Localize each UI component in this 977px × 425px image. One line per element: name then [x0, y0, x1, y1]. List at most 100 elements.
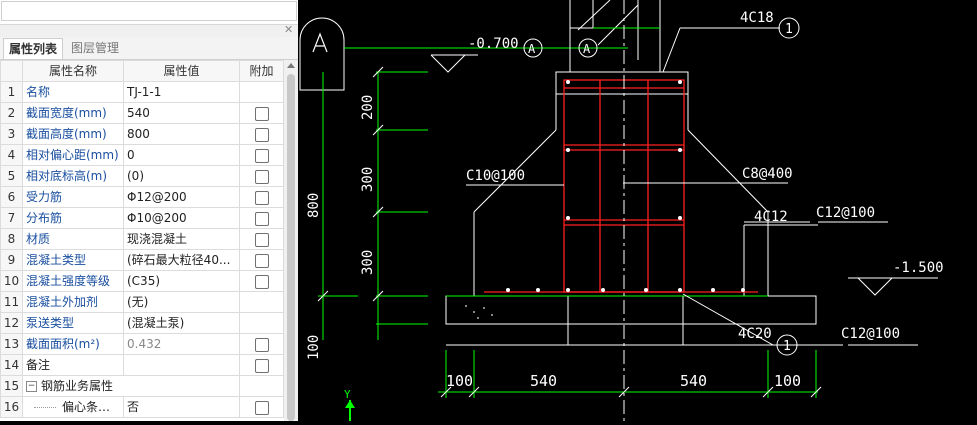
property-name: 泵送类型: [22, 312, 124, 334]
extra-cell: [239, 102, 284, 124]
vertical-scrollbar[interactable]: [284, 60, 298, 421]
row-number: 11: [0, 291, 23, 313]
table-row[interactable]: 6 受力筋 Φ12@200: [0, 186, 284, 208]
table-row[interactable]: 3 截面高度(mm) 800: [0, 123, 284, 145]
tab-property-list[interactable]: 属性列表: [3, 38, 64, 59]
property-value[interactable]: 0.432: [123, 333, 240, 355]
property-name: 受力筋: [22, 186, 124, 208]
extra-checkbox[interactable]: [254, 190, 269, 205]
extra-cell: [239, 228, 284, 250]
table-row[interactable]: 8 材质 现浇混凝土: [0, 228, 284, 250]
row-number: 13: [0, 333, 23, 355]
cad-canvas[interactable]: A -0.700 A A 200 300 300 100 800 100 540…: [298, 0, 977, 421]
extra-checkbox[interactable]: [254, 211, 269, 226]
property-value[interactable]: Φ12@200: [123, 186, 240, 208]
property-name: 混凝土类型: [22, 249, 124, 271]
property-name: 混凝土强度等级: [22, 270, 124, 292]
table-row[interactable]: 10 混凝土强度等级 (C35): [0, 270, 284, 292]
property-value[interactable]: Φ10@200: [123, 207, 240, 229]
property-name-text: 偏心条形...: [62, 400, 122, 414]
level-bottom-label: -1.500: [893, 260, 944, 276]
row-number: 4: [0, 144, 23, 166]
property-value[interactable]: 540: [123, 102, 240, 124]
tab-layer-management[interactable]: 图层管理: [66, 38, 124, 58]
property-name: 分布筋: [22, 207, 124, 229]
column-upper: [569, 0, 661, 72]
dim-v-total: 800: [306, 193, 322, 218]
table-row[interactable]: 5 相对底标高(m) (0): [0, 165, 284, 187]
property-name: 备注: [22, 354, 124, 376]
row-number: 1: [0, 81, 23, 103]
property-name-text: 备注: [26, 358, 51, 372]
dim-h-540-right: 540: [680, 372, 707, 390]
extra-checkbox[interactable]: [254, 337, 269, 352]
extra-checkbox[interactable]: [254, 358, 269, 373]
rebar-top-label: 4C18: [740, 10, 774, 26]
table-row[interactable]: 1 名称 TJ-1-1: [0, 81, 284, 103]
extra-checkbox[interactable]: [254, 106, 269, 121]
table-row[interactable]: 11 混凝土外加剂 (无): [0, 291, 284, 313]
property-value[interactable]: (碎石最大粒径40...: [123, 249, 240, 271]
property-name-text: 材质: [26, 232, 51, 246]
extra-checkbox[interactable]: [254, 127, 269, 142]
row-number: 7: [0, 207, 23, 229]
property-value[interactable]: [123, 354, 240, 376]
extra-checkbox[interactable]: [254, 274, 269, 289]
property-value[interactable]: TJ-1-1: [123, 81, 240, 103]
table-row[interactable]: 9 混凝土类型 (碎石最大粒径40...: [0, 249, 284, 271]
property-value[interactable]: (混凝土泵): [123, 312, 240, 334]
property-value[interactable]: 否: [123, 396, 240, 418]
table-row[interactable]: 4 相对偏心距(mm) 0: [0, 144, 284, 166]
property-name: 名称: [22, 81, 124, 103]
extra-checkbox[interactable]: [254, 400, 269, 415]
row-number: 10: [0, 270, 23, 292]
extra-checkbox[interactable]: [254, 148, 269, 163]
rebar-bottom-dist-label: C12@100: [841, 326, 900, 342]
property-name: 偏心条形...: [22, 396, 124, 418]
extra-cell: [239, 123, 284, 145]
scrollbar-thumb[interactable]: [287, 74, 295, 421]
property-name-text: 名称: [26, 85, 51, 99]
table-header: 属性名称 属性值 附加: [0, 60, 284, 82]
level-mark-bottom: -1.500: [848, 260, 944, 296]
table-row[interactable]: 16 偏心条形... 否: [0, 396, 284, 418]
close-icon[interactable]: ✕: [284, 24, 293, 36]
table-row[interactable]: 12 泵送类型 (混凝土泵): [0, 312, 284, 334]
property-value[interactable]: (C35): [123, 270, 240, 292]
collapse-icon[interactable]: −: [26, 381, 37, 392]
property-name-text: 钢筋业务属性: [41, 379, 114, 393]
property-value[interactable]: (无): [123, 291, 240, 313]
property-name-text: 相对底标高(m): [26, 169, 108, 183]
table-row[interactable]: 7 分布筋 Φ10@200: [0, 207, 284, 229]
level-mark-top: -0.700: [430, 36, 519, 73]
property-name-text: 截面宽度(mm): [26, 106, 107, 120]
extra-checkbox[interactable]: [254, 253, 269, 268]
property-value[interactable]: 800: [123, 123, 240, 145]
table-row[interactable]: 2 截面宽度(mm) 540: [0, 102, 284, 124]
scroll-up-icon[interactable]: [287, 63, 295, 68]
extra-cell: [239, 312, 284, 334]
col-header-num: [0, 60, 23, 82]
search-input[interactable]: [1, 1, 297, 21]
table-row[interactable]: 13 截面面积(m²) 0.432: [0, 333, 284, 355]
table-row[interactable]: 15− 钢筋业务属性: [0, 375, 284, 397]
property-value[interactable]: 0: [123, 144, 240, 166]
property-name: 材质: [22, 228, 124, 250]
extra-checkbox[interactable]: [254, 232, 269, 247]
row-number: 9: [0, 249, 23, 271]
row-number: 16: [0, 396, 23, 418]
property-value[interactable]: 现浇混凝土: [123, 228, 240, 250]
dim-h-540-left: 540: [530, 372, 557, 390]
panel-header-strip: [0, 24, 298, 37]
row-number: 14: [0, 354, 23, 376]
stirrup-left-label: C10@100: [466, 168, 525, 184]
extra-cell: [239, 207, 284, 229]
grid-axis-label: A: [298, 0, 299, 1]
property-name-text: 相对偏心距(mm): [26, 148, 119, 162]
property-name-text: 截面面积(m²): [26, 337, 100, 351]
property-name: 混凝土外加剂: [22, 291, 124, 313]
table-row[interactable]: 14 备注: [0, 354, 284, 376]
extra-checkbox[interactable]: [254, 169, 269, 184]
dim-v-300-b: 300: [360, 250, 376, 275]
property-value[interactable]: (0): [123, 165, 240, 187]
